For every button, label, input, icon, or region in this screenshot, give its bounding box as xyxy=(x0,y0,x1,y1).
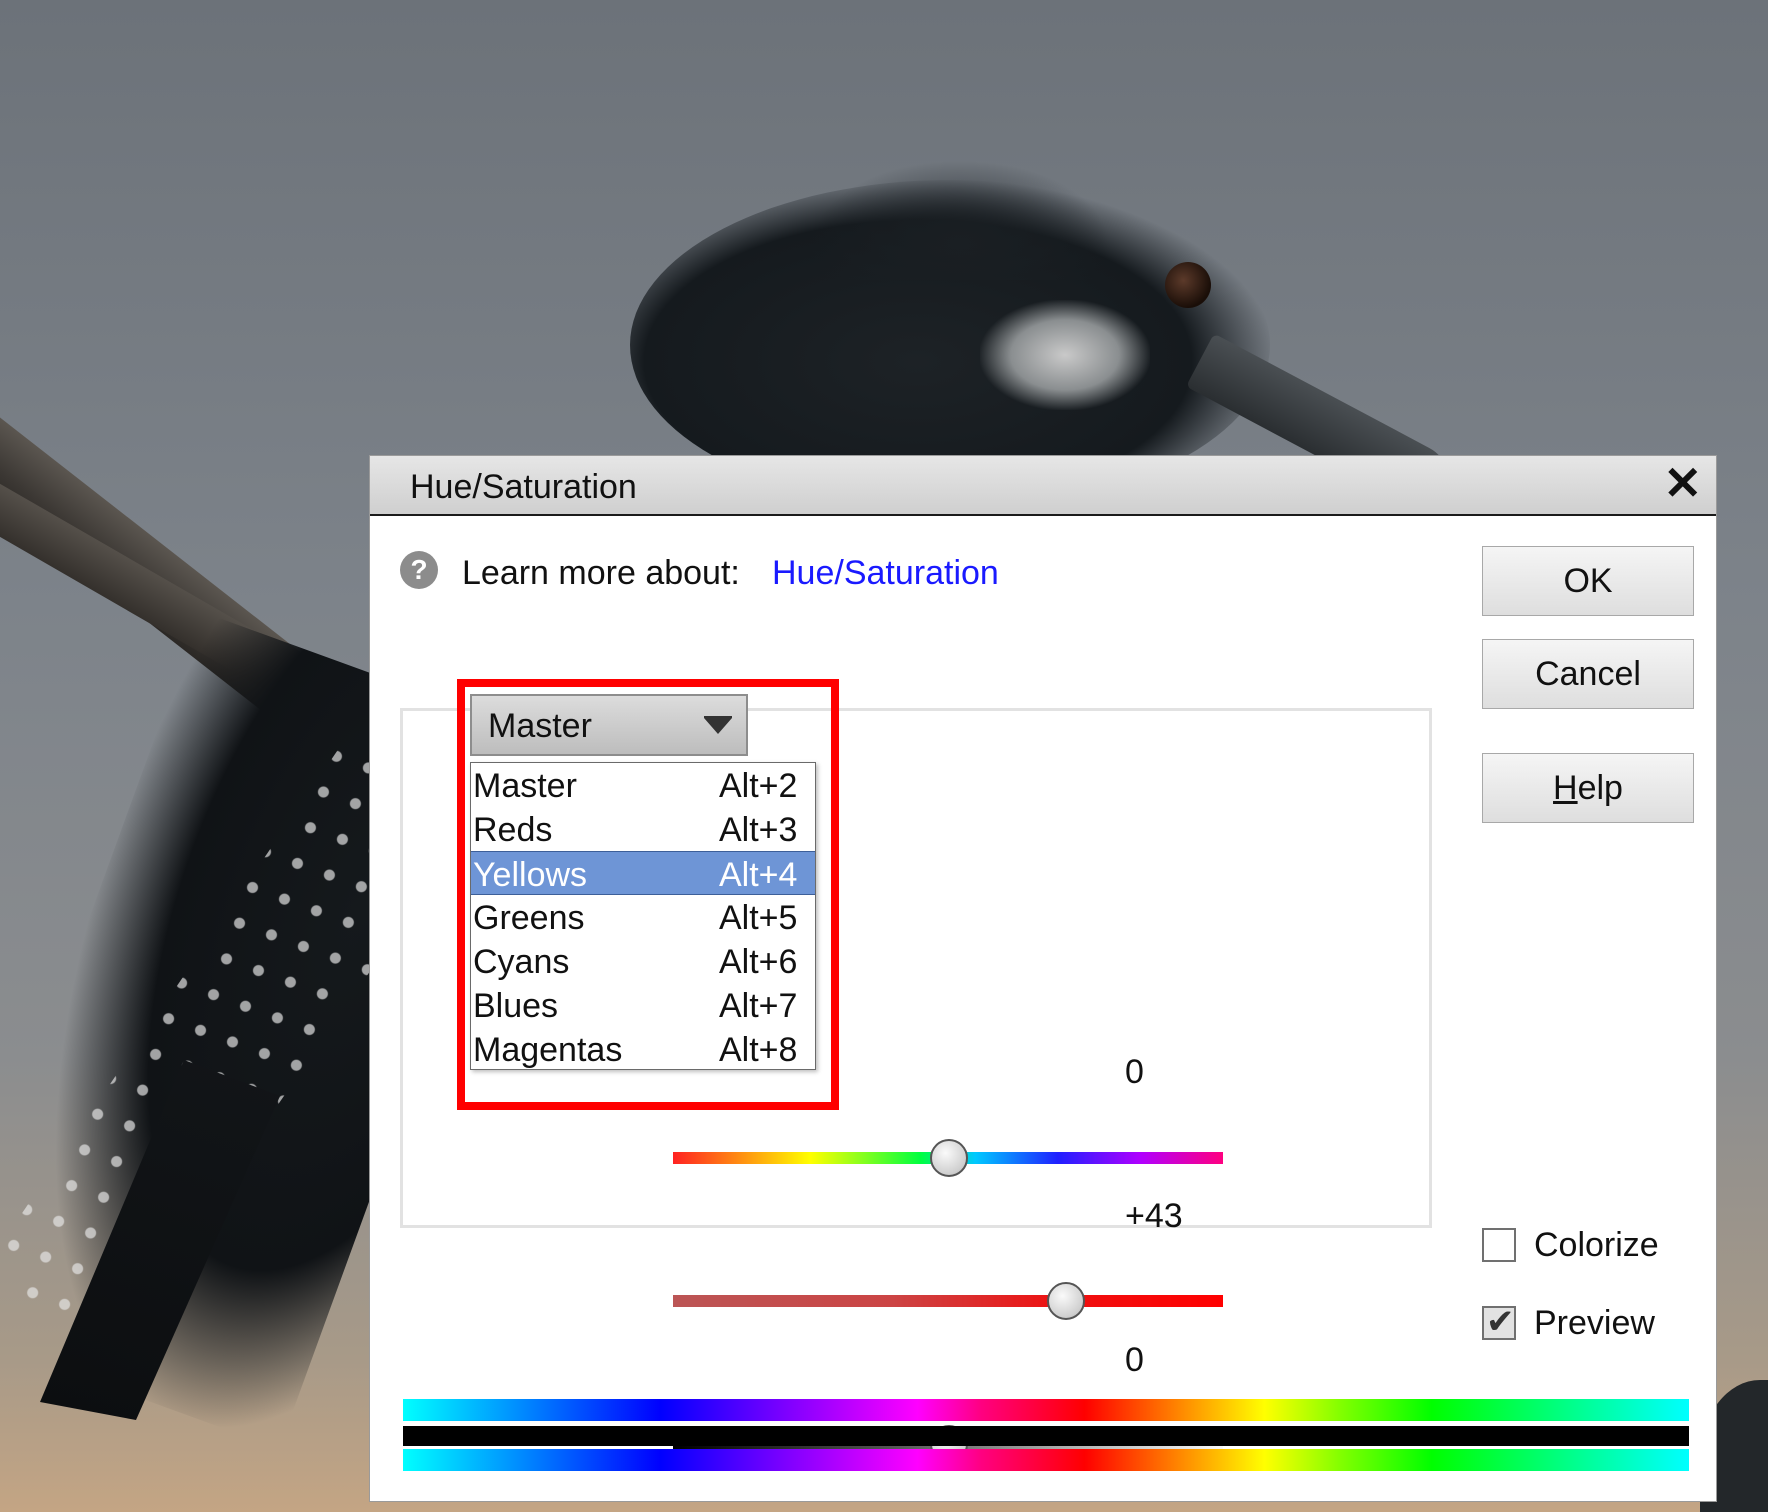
hue-value[interactable]: 0 xyxy=(1125,1053,1144,1092)
spectrum-range-bar[interactable] xyxy=(403,1426,1689,1446)
bird-crest xyxy=(810,160,1110,280)
bird-eye xyxy=(1165,262,1211,308)
saturation-value[interactable]: +43 xyxy=(1125,1197,1183,1236)
result-hue-spectrum xyxy=(403,1449,1689,1471)
dialog-title: Hue/Saturation xyxy=(410,468,637,506)
lightness-value[interactable]: 0 xyxy=(1125,1341,1144,1380)
title-bar[interactable]: Hue/Saturation ✕ xyxy=(370,456,1716,516)
help-label-rest: elp xyxy=(1577,769,1623,807)
close-icon[interactable]: ✕ xyxy=(1663,460,1702,506)
bird-throat xyxy=(980,300,1150,410)
ok-button[interactable]: OK xyxy=(1482,546,1694,616)
saturation-slider-track[interactable] xyxy=(673,1295,1223,1307)
help-icon: ? xyxy=(400,551,438,589)
colorize-checkbox-box[interactable] xyxy=(1482,1228,1516,1262)
hue-slider-handle[interactable] xyxy=(930,1139,968,1177)
source-hue-spectrum xyxy=(403,1399,1689,1421)
preview-checkbox-box[interactable] xyxy=(1482,1302,1516,1342)
help-mnemonic: H xyxy=(1553,769,1578,807)
colorize-label: Colorize xyxy=(1534,1226,1659,1264)
saturation-slider-handle[interactable] xyxy=(1047,1282,1085,1320)
cancel-button[interactable]: Cancel xyxy=(1482,639,1694,709)
learn-more-label: Learn more about: xyxy=(462,554,740,592)
hue-saturation-dialog: Hue/Saturation ✕ ? Learn more about: Hue… xyxy=(369,455,1717,1502)
red-highlight-box xyxy=(457,679,839,1110)
help-button[interactable]: Help xyxy=(1482,753,1694,823)
learn-more-link[interactable]: Hue/Saturation xyxy=(772,554,999,593)
preview-label: Preview xyxy=(1534,1304,1655,1342)
